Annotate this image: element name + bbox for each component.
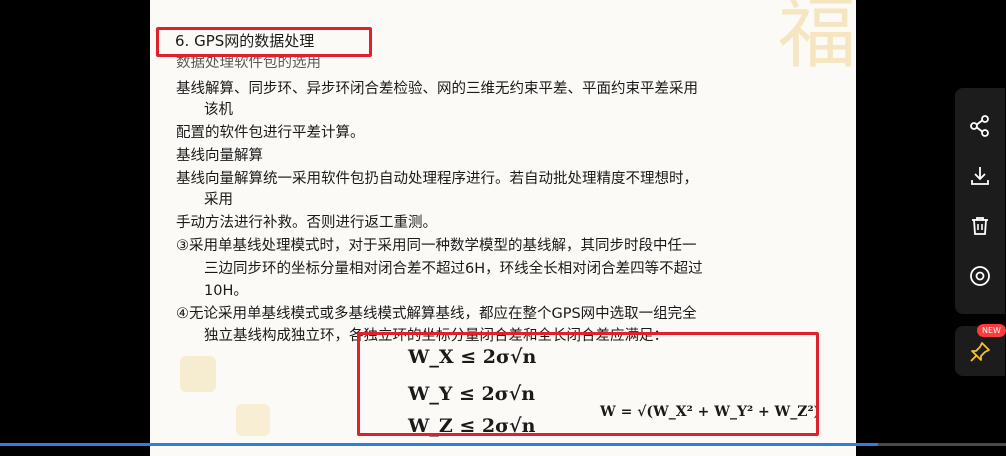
- side-toolbar: [955, 88, 1005, 314]
- trash-icon: [972, 217, 988, 235]
- text-line: 基线向量解算统一采用软件包扔自动处理程序进行。若自动批处理精度不理想时，: [176, 171, 698, 187]
- text-line: ④无论采用单基线模式或多基线模式解算基线，都应在整个GPS网中选取一组完全: [176, 306, 697, 322]
- text-line: 手动方法进行补救。否则进行返工重测。: [176, 215, 437, 231]
- text-line: 采用: [204, 192, 233, 208]
- text-line: 三边同步环的坐标分量相对闭合差不超过6H，环线全长相对闭合差四等不超过: [204, 261, 703, 277]
- pin-icon: [970, 342, 990, 362]
- text-line: 基线向量解算: [176, 148, 263, 164]
- heading-annotation-box: [156, 27, 372, 57]
- progress-fill: [0, 443, 879, 446]
- delete-button[interactable]: [955, 202, 1005, 250]
- text-line: 该机: [204, 102, 233, 118]
- document-viewer: 福 6. GPS网的数据处理 数据处理软件包的选用 基线解算、同步环、异步环闭合…: [0, 0, 1006, 456]
- text-line: 配置的软件包进行平差计算。: [176, 125, 365, 141]
- formula-annotation-box: [357, 332, 819, 436]
- view-button[interactable]: [955, 252, 1005, 300]
- seal-watermark: 福: [777, 0, 856, 79]
- text-line: 基线解算、同步环、异步环闭合差检验、网的三维无约束平差、平面约束平差采用: [176, 81, 698, 97]
- text-line: 10H。: [204, 283, 248, 299]
- progress-bar[interactable]: [0, 443, 1006, 446]
- eye-circle-icon: [970, 266, 990, 286]
- share-icon: [970, 115, 989, 137]
- seal-stamp-left-lower: [236, 404, 270, 436]
- share-button[interactable]: [955, 102, 1005, 150]
- new-badge: NEW: [977, 324, 1006, 337]
- text-line: ③采用单基线处理模式时，对于采用同一种数学模型的基线解，其同步时段中任一: [176, 238, 697, 254]
- seal-stamp-left: [180, 356, 216, 392]
- download-icon: [971, 167, 989, 185]
- download-button[interactable]: [955, 152, 1005, 200]
